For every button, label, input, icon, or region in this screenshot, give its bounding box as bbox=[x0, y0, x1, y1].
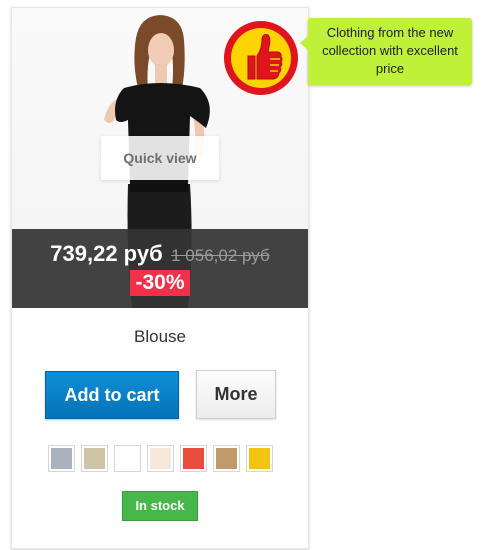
color-swatch-white[interactable] bbox=[114, 445, 141, 472]
badge-tooltip: Clothing from the new collection with ex… bbox=[300, 18, 472, 85]
color-swatch-camel[interactable] bbox=[213, 445, 240, 472]
tooltip-arrow bbox=[300, 36, 308, 50]
add-to-cart-button[interactable]: Add to cart bbox=[45, 371, 179, 419]
price-bar: 739,22 руб 1 056,02 руб -30% bbox=[12, 229, 308, 308]
more-button[interactable]: More bbox=[196, 370, 276, 419]
product-image[interactable]: Quick view 739,22 руб 1 056,02 руб -30% bbox=[12, 8, 308, 308]
product-name[interactable]: Blouse bbox=[12, 327, 308, 347]
in-stock-badge: In stock bbox=[122, 491, 198, 521]
quick-view-button[interactable]: Quick view bbox=[101, 136, 219, 180]
discount-badge: -30% bbox=[130, 270, 190, 296]
thumbs-up-icon bbox=[224, 21, 298, 95]
tooltip-text: Clothing from the new collection with ex… bbox=[322, 25, 458, 76]
product-card: Quick view 739,22 руб 1 056,02 руб -30% … bbox=[11, 7, 309, 549]
color-swatch-red[interactable] bbox=[180, 445, 207, 472]
color-swatch-yellow[interactable] bbox=[246, 445, 273, 472]
current-price: 739,22 руб bbox=[50, 241, 163, 266]
color-swatch-beige[interactable] bbox=[147, 445, 174, 472]
color-swatch-grey[interactable] bbox=[48, 445, 75, 472]
old-price: 1 056,02 руб bbox=[171, 246, 270, 265]
color-swatch-taupe[interactable] bbox=[81, 445, 108, 472]
